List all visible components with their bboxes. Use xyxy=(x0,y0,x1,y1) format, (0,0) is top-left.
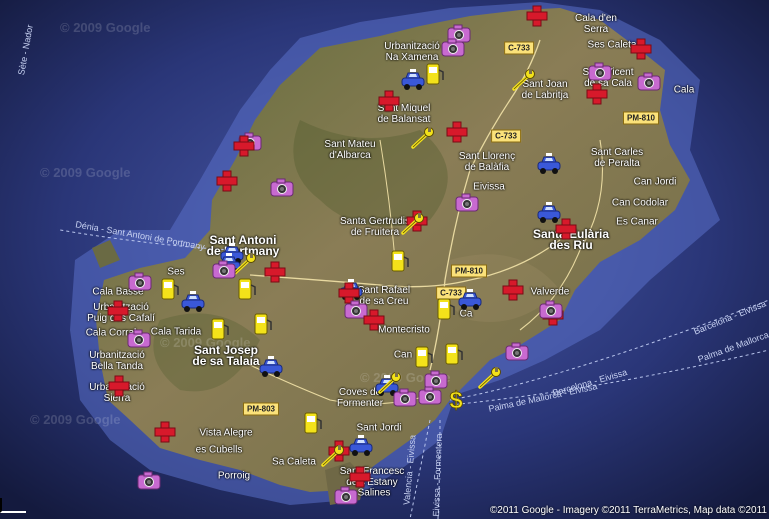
place-label: Cala xyxy=(673,84,695,96)
hospital-icon[interactable] xyxy=(261,260,289,284)
fuel-icon[interactable] xyxy=(248,312,276,336)
svg-text:$: $ xyxy=(449,387,463,411)
fuel-icon[interactable] xyxy=(205,317,233,341)
place-label: es Cubells xyxy=(195,444,243,456)
place-label: Salines xyxy=(357,487,391,499)
hospital-icon[interactable] xyxy=(523,4,551,28)
fuel-icon[interactable] xyxy=(439,342,467,366)
taxi-icon[interactable] xyxy=(535,152,563,176)
watermark: © 2009 Google xyxy=(60,20,151,35)
place-label: Sant Josep de sa Talaia xyxy=(192,343,260,368)
place-label: Urbanització Bella Tanda xyxy=(89,350,145,372)
photo-icon[interactable] xyxy=(453,191,481,215)
service-icon[interactable] xyxy=(409,126,437,150)
place-label: Sant Jordi xyxy=(356,422,402,434)
photo-icon[interactable] xyxy=(416,384,444,408)
hospital-icon[interactable] xyxy=(375,89,403,113)
road-shield: C-733 xyxy=(504,41,534,55)
fuel-icon[interactable] xyxy=(420,62,448,86)
hospital-icon[interactable] xyxy=(213,169,241,193)
road-shield: PM-803 xyxy=(242,402,280,416)
hospital-icon[interactable] xyxy=(583,82,611,106)
taxi-icon[interactable] xyxy=(257,355,285,379)
place-label: Cala Tarida xyxy=(150,326,202,338)
service-icon[interactable] xyxy=(319,444,347,468)
map-view[interactable]: © 2009 Google © 2009 Google © 2009 Google ©… xyxy=(0,0,769,519)
photo-icon[interactable] xyxy=(126,270,154,294)
place-label: Sant Llorenç de Balàfia xyxy=(458,151,516,173)
hospital-icon[interactable] xyxy=(151,420,179,444)
photo-icon[interactable] xyxy=(503,340,531,364)
hospital-icon[interactable] xyxy=(230,134,258,158)
photo-icon[interactable] xyxy=(586,60,614,84)
hospital-icon[interactable] xyxy=(499,278,527,302)
place-label: Sant Mateu d'Albarca xyxy=(324,139,376,161)
taxi-icon[interactable] xyxy=(456,288,484,312)
place-label: Sant Carles de Peralta xyxy=(590,147,644,169)
bank-icon[interactable]: $ xyxy=(442,387,470,411)
road-shield: PM-810 xyxy=(622,111,660,125)
place-label: Ses xyxy=(167,266,185,278)
fuel-icon[interactable] xyxy=(409,345,437,369)
fuel-icon[interactable] xyxy=(232,277,260,301)
place-label: Porroig xyxy=(217,470,251,482)
place-label: Urbanització Na Xamena xyxy=(384,41,440,63)
place-label: Valverde xyxy=(530,286,570,298)
photo-icon[interactable] xyxy=(537,298,565,322)
watermark: © 2009 Google xyxy=(30,412,121,427)
taxi-icon[interactable] xyxy=(179,290,207,314)
hospital-icon[interactable] xyxy=(104,299,132,323)
map-attribution: ©2011 Google - Imagery ©2011 TerraMetric… xyxy=(489,505,767,516)
fuel-icon[interactable] xyxy=(431,297,459,321)
hospital-icon[interactable] xyxy=(552,217,580,241)
road-shield: PM-810 xyxy=(450,264,488,278)
hospital-icon[interactable] xyxy=(627,37,655,61)
place-label: Sa Caleta xyxy=(272,456,316,468)
fuel-icon[interactable] xyxy=(385,249,413,273)
photo-icon[interactable] xyxy=(391,386,419,410)
road-shield: C-733 xyxy=(491,129,521,143)
scale-bar xyxy=(0,498,26,513)
watermark: © 2009 Google xyxy=(40,165,131,180)
place-label: Es Canar xyxy=(616,216,658,228)
photo-icon[interactable] xyxy=(635,70,663,94)
photo-icon[interactable] xyxy=(439,36,467,60)
place-label: Can Jordi xyxy=(633,176,677,188)
hospital-icon[interactable] xyxy=(443,120,471,144)
service-icon[interactable] xyxy=(476,366,504,390)
photo-icon[interactable] xyxy=(135,469,163,493)
place-label: Cala d'en Serra xyxy=(575,13,617,35)
place-label: Vista Alegre xyxy=(199,427,253,439)
service-icon[interactable] xyxy=(399,212,427,236)
hospital-icon[interactable] xyxy=(360,308,388,332)
photo-icon[interactable] xyxy=(332,484,360,508)
photo-icon[interactable] xyxy=(125,327,153,351)
service-icon[interactable] xyxy=(510,68,538,92)
place-label: Can Codolar xyxy=(611,197,669,209)
photo-icon[interactable] xyxy=(268,176,296,200)
hospital-icon[interactable] xyxy=(105,374,133,398)
fuel-icon[interactable] xyxy=(298,411,326,435)
